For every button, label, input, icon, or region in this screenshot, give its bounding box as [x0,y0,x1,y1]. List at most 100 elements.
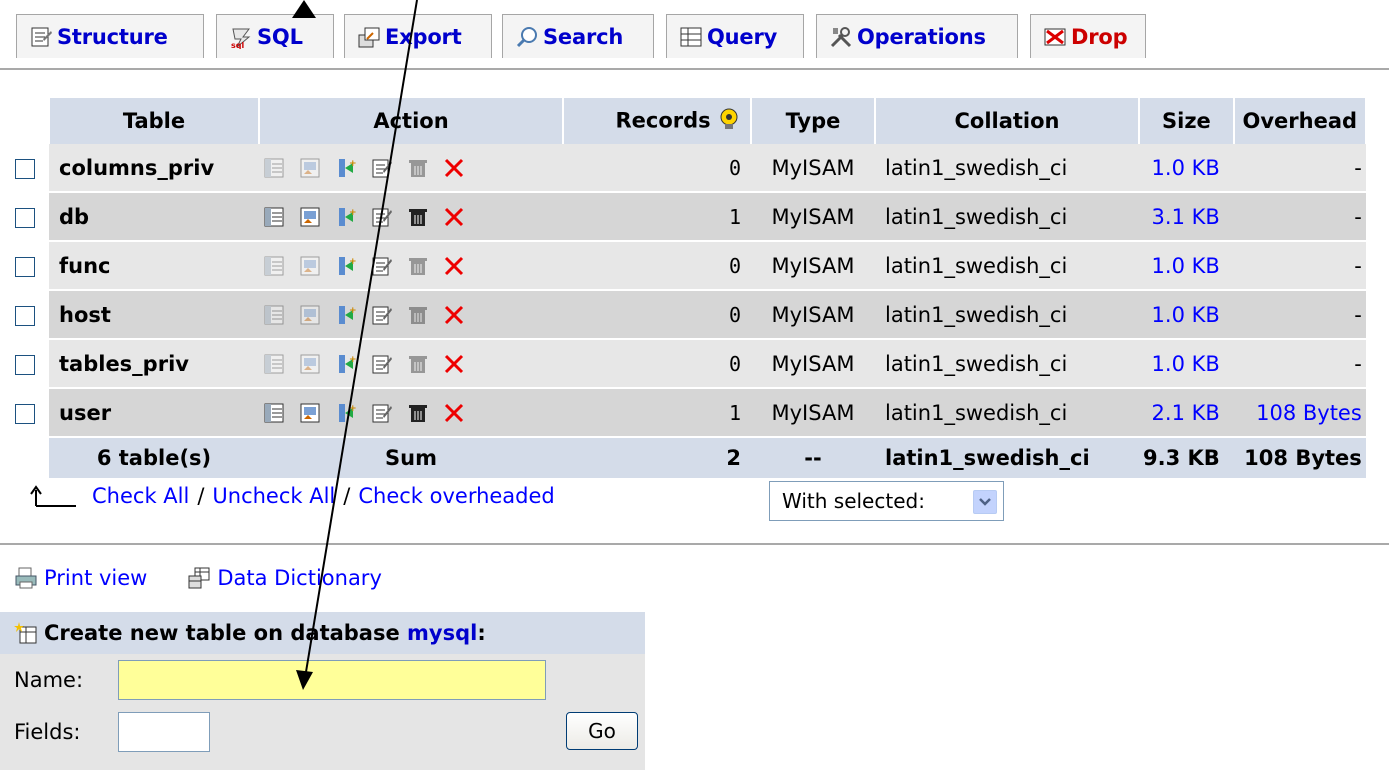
with-selected-dropdown[interactable]: With selected: [769,481,1004,521]
row-checkbox[interactable] [14,207,35,228]
row-size-link[interactable]: 1.0 KB [1139,144,1234,193]
table-name-input[interactable] [118,660,546,700]
row-size-link[interactable]: 2.1 KB [1139,388,1234,438]
select-icon[interactable] [299,157,321,179]
row-checkbox[interactable] [14,305,35,326]
properties-icon[interactable] [371,157,393,179]
table-name[interactable]: db [49,192,259,242]
drop-table-icon[interactable] [443,402,465,424]
properties-icon[interactable] [371,304,393,326]
operations-icon [829,25,853,49]
table-name[interactable]: columns_priv [49,144,259,193]
tab-operations[interactable]: Operations [816,14,1018,58]
drop-table-icon[interactable] [443,206,465,228]
sum-type: -- [751,437,875,480]
database-link[interactable]: mysql [407,621,477,645]
query-icon [679,25,703,49]
tab-drop[interactable]: Drop [1030,14,1146,58]
properties-icon[interactable] [371,402,393,424]
table-name[interactable]: tables_priv [49,339,259,389]
svg-text:+: + [349,404,357,414]
browse-icon[interactable] [263,353,285,375]
print-view-label: Print view [44,566,148,590]
structure-icon [29,25,53,49]
empty-icon[interactable] [407,255,429,277]
tab-label: Query [707,24,778,49]
row-collation: latin1_swedish_ci [875,192,1139,242]
go-button[interactable]: Go [566,712,638,750]
browse-icon[interactable] [263,157,285,179]
insert-icon[interactable]: + [335,402,357,424]
sum-collation: latin1_swedish_ci [875,437,1139,480]
row-size-link[interactable]: 1.0 KB [1139,290,1234,340]
empty-icon[interactable] [407,353,429,375]
row-checkbox[interactable] [14,354,35,375]
row-type: MyISAM [751,290,875,340]
fields-count-input[interactable] [118,712,210,752]
insert-icon[interactable]: + [335,157,357,179]
tab-export[interactable]: Export [344,14,492,58]
drop-table-icon[interactable] [443,157,465,179]
row-overhead: - [1233,339,1366,389]
browse-icon[interactable] [263,255,285,277]
row-collation: latin1_swedish_ci [875,339,1139,389]
check-all-link[interactable]: Check All [92,484,189,508]
empty-icon[interactable] [407,304,429,326]
print-view-link[interactable]: Print view [14,566,147,590]
browse-icon[interactable] [263,304,285,326]
row-checkbox[interactable] [14,256,35,277]
insert-icon[interactable]: + [335,304,357,326]
tab-search[interactable]: Search [502,14,654,58]
sum-row: 6 table(s) Sum 2 -- latin1_swedish_ci 9.… [0,437,1366,480]
drop-table-icon[interactable] [443,353,465,375]
browse-icon[interactable] [263,402,285,424]
insert-icon[interactable]: + [335,255,357,277]
table-name[interactable]: host [49,290,259,340]
row-checkbox[interactable] [14,403,35,424]
data-dictionary-icon [187,566,211,590]
row-type: MyISAM [751,144,875,193]
tab-structure[interactable]: Structure [16,14,204,58]
row-size-link[interactable]: 1.0 KB [1139,339,1234,389]
insert-icon[interactable]: + [335,206,357,228]
row-type: MyISAM [751,192,875,242]
check-overheaded-link[interactable]: Check overheaded [358,484,554,508]
row-collation: latin1_swedish_ci [875,290,1139,340]
row-type: MyISAM [751,388,875,438]
row-collation: latin1_swedish_ci [875,388,1139,438]
tab-sql[interactable]: sql SQL [216,14,334,58]
properties-icon[interactable] [371,206,393,228]
row-collation: latin1_swedish_ci [875,144,1139,193]
chevron-down-icon[interactable] [973,490,997,514]
row-overhead: - [1233,241,1366,291]
data-dictionary-link[interactable]: Data Dictionary [187,566,382,590]
select-icon[interactable] [299,402,321,424]
properties-icon[interactable] [371,255,393,277]
table-row: db + 1 MyISAM latin1_swedish_ci 3.1 KB - [0,192,1366,242]
browse-icon[interactable] [263,206,285,228]
uncheck-all-link[interactable]: Uncheck All [212,484,335,508]
table-name[interactable]: user [49,388,259,438]
properties-icon[interactable] [371,353,393,375]
sum-label: Sum [259,437,563,480]
row-collation: latin1_swedish_ci [875,241,1139,291]
table-name[interactable]: func [49,241,259,291]
tab-label: Drop [1071,24,1128,49]
empty-icon[interactable] [407,206,429,228]
insert-icon[interactable]: + [335,353,357,375]
header-checkbox-spacer [0,98,50,144]
tab-query[interactable]: Query [666,14,804,58]
search-icon [515,25,539,49]
empty-icon[interactable] [407,402,429,424]
select-icon[interactable] [299,255,321,277]
select-icon[interactable] [299,304,321,326]
row-checkbox[interactable] [14,158,35,179]
header-records: Records [563,98,752,144]
row-size-link[interactable]: 1.0 KB [1139,241,1234,291]
drop-table-icon[interactable] [443,304,465,326]
row-size-link[interactable]: 3.1 KB [1139,192,1234,242]
drop-table-icon[interactable] [443,255,465,277]
empty-icon[interactable] [407,157,429,179]
select-icon[interactable] [299,353,321,375]
select-icon[interactable] [299,206,321,228]
